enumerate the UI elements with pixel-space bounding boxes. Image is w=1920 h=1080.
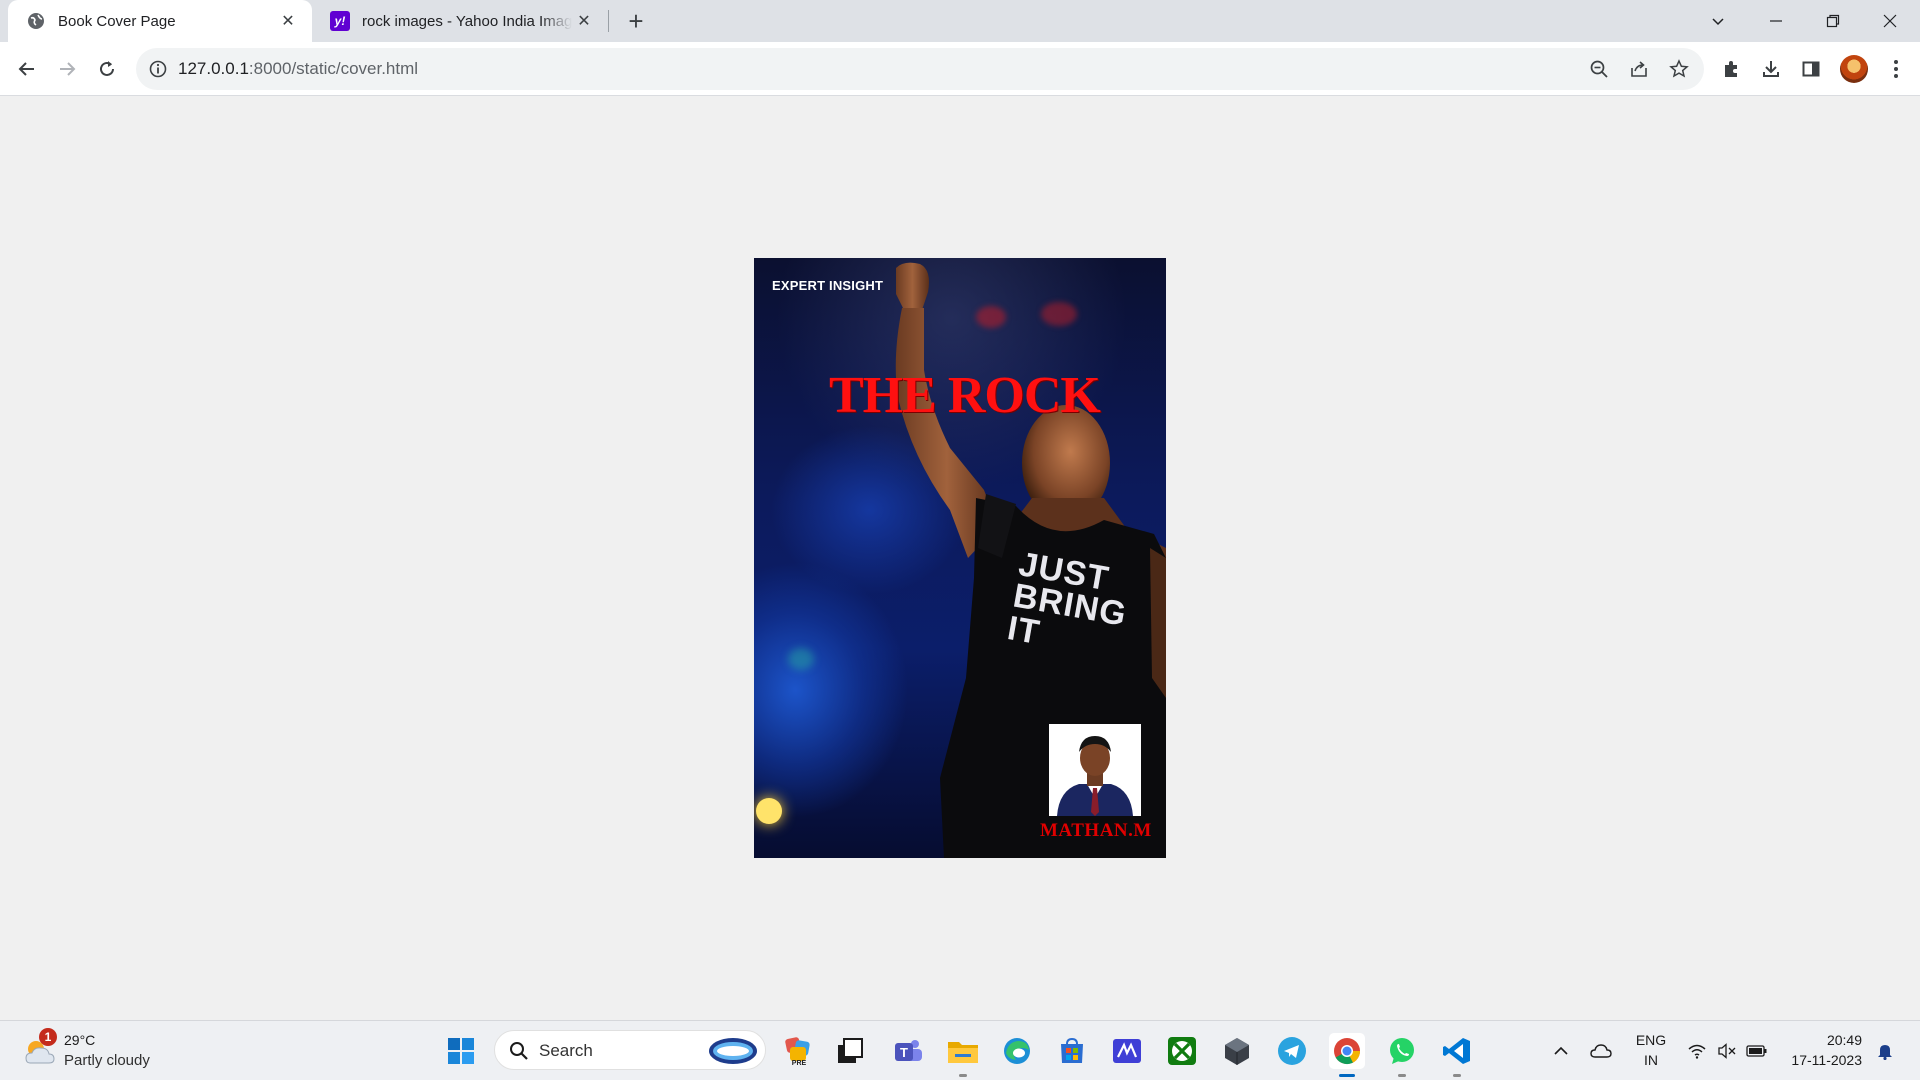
- battery-icon[interactable]: [1742, 1035, 1772, 1067]
- more-menu-icon[interactable]: [1884, 57, 1908, 81]
- weather-badge: 1: [39, 1028, 57, 1046]
- tab-strip: Book Cover Page ✕ y! rock images - Yahoo…: [0, 0, 1920, 42]
- clock[interactable]: 20:49 17-11-2023: [1778, 1030, 1862, 1070]
- tab-title: rock images - Yahoo India Image Search: [362, 12, 572, 30]
- taskbar: 1 29°C Partly cloudy Search PRE T ENG IN…: [0, 1020, 1920, 1080]
- share-icon[interactable]: [1627, 57, 1651, 81]
- copilot-icon: [709, 1038, 757, 1064]
- math-app-icon[interactable]: [1109, 1033, 1145, 1069]
- language-code: ENG: [1635, 1032, 1667, 1048]
- yahoo-icon: y!: [330, 11, 350, 31]
- running-indicator: [1453, 1074, 1461, 1077]
- cover-title: THE ROCK: [829, 367, 1101, 424]
- vscode-icon[interactable]: [1439, 1033, 1475, 1077]
- shirt-slogan: JUST BRING IT: [1005, 545, 1135, 663]
- author-name: MATHAN.M: [1040, 820, 1152, 841]
- chrome-icon[interactable]: [1329, 1033, 1365, 1077]
- edge-icon[interactable]: [999, 1033, 1035, 1069]
- weather-condition: Partly cloudy: [64, 1052, 150, 1069]
- wifi-icon[interactable]: [1682, 1035, 1712, 1067]
- minimize-button[interactable]: [1748, 0, 1804, 42]
- page-viewport: JUST BRING IT EXPERT INSIGHT THE ROCK MA…: [0, 97, 1920, 1020]
- file-explorer-icon[interactable]: [945, 1033, 981, 1077]
- volume-muted-icon[interactable]: [1712, 1035, 1742, 1067]
- url-host: 127.0.0.1: [178, 59, 249, 78]
- profile-avatar[interactable]: [1840, 55, 1868, 83]
- download-icon[interactable]: [1759, 57, 1783, 81]
- tab-yahoo-rock-images[interactable]: y! rock images - Yahoo India Image Searc…: [312, 0, 608, 42]
- weather-temp: 29°C: [64, 1032, 96, 1048]
- zoom-icon[interactable]: [1587, 57, 1611, 81]
- search-label: Search: [539, 1041, 593, 1060]
- tab-separator: [608, 10, 609, 32]
- new-tab-button[interactable]: +: [622, 6, 650, 36]
- clock-time: 20:49: [1826, 1032, 1862, 1048]
- clock-date: 17-11-2023: [1791, 1052, 1862, 1068]
- browser-toolbar: 127.0.0.1:8000/static/cover.html: [0, 42, 1920, 96]
- address-url[interactable]: 127.0.0.1:8000/static/cover.html: [178, 59, 418, 79]
- teams-icon[interactable]: T: [890, 1033, 926, 1069]
- taskbar-search[interactable]: Search: [494, 1030, 766, 1070]
- cover-top-label: EXPERT INSIGHT: [772, 278, 884, 293]
- search-icon: [510, 1042, 528, 1060]
- bookmark-star-icon[interactable]: [1667, 57, 1691, 81]
- active-indicator: [1339, 1074, 1355, 1077]
- language-indicator[interactable]: ENG IN: [1628, 1030, 1674, 1070]
- chevron-up-icon[interactable]: [1544, 1035, 1578, 1067]
- back-button[interactable]: [11, 53, 43, 85]
- reload-button[interactable]: [91, 53, 123, 85]
- store-icon[interactable]: [1054, 1033, 1090, 1069]
- tab-title: Book Cover Page: [58, 12, 176, 30]
- close-tab-icon[interactable]: ✕: [276, 9, 300, 33]
- side-panel-icon[interactable]: [1799, 57, 1823, 81]
- start-icon[interactable]: [443, 1033, 479, 1069]
- tab-search-icon[interactable]: [1690, 0, 1746, 42]
- forward-button[interactable]: [51, 53, 83, 85]
- weather-widget[interactable]: 1 29°C Partly cloudy: [22, 1028, 172, 1073]
- xbox-icon[interactable]: [1164, 1033, 1200, 1069]
- extensions-icon[interactable]: [1719, 57, 1743, 81]
- tab-book-cover-page[interactable]: Book Cover Page ✕: [8, 0, 312, 42]
- dev-preview-icon[interactable]: PRE: [780, 1033, 816, 1069]
- restore-button[interactable]: [1805, 0, 1861, 42]
- whatsapp-icon[interactable]: [1384, 1033, 1420, 1077]
- site-info-icon[interactable]: [148, 59, 168, 79]
- address-bar[interactable]: 127.0.0.1:8000/static/cover.html: [136, 48, 1704, 90]
- onedrive-icon[interactable]: [1584, 1035, 1618, 1067]
- book-cover: JUST BRING IT EXPERT INSIGHT THE ROCK MA…: [754, 258, 1166, 858]
- close-window-button[interactable]: [1862, 0, 1918, 42]
- url-path: :8000/static/cover.html: [248, 59, 419, 78]
- region-code: IN: [1644, 1052, 1658, 1068]
- close-tab-icon[interactable]: ✕: [572, 9, 596, 33]
- cube-app-icon[interactable]: [1219, 1033, 1255, 1069]
- telegram-icon[interactable]: [1274, 1033, 1310, 1069]
- running-indicator: [1398, 1074, 1406, 1077]
- author-photo: [1049, 724, 1141, 816]
- globe-icon: [26, 11, 46, 31]
- svg-text:T: T: [900, 1045, 908, 1060]
- notification-bell-icon[interactable]: [1870, 1035, 1900, 1067]
- task-view-icon[interactable]: [832, 1033, 868, 1069]
- running-indicator: [959, 1074, 967, 1077]
- svg-text:PRE: PRE: [792, 1060, 807, 1067]
